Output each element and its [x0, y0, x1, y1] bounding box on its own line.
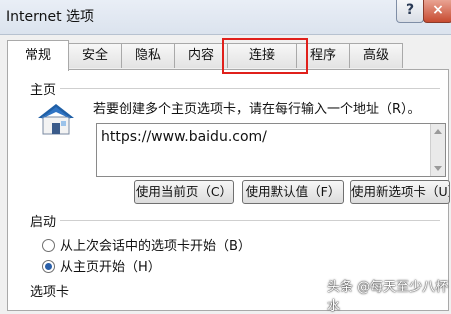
general-panel: 主页 若要创建多个主页选项卡，请在每行输入一个地址（R）。 https://ww…	[7, 69, 450, 311]
watermark: 头条 @每天至少八杯水	[327, 280, 449, 314]
radio-last-session-label: 从上次会话中的选项卡开始（B）	[60, 239, 251, 254]
title-bar: Internet 选项 ? ×	[0, 0, 451, 35]
homepage-url-value: https://www.baidu.com/	[101, 129, 267, 145]
tab-privacy[interactable]: 隐私	[121, 43, 175, 68]
radio-last-session[interactable]	[42, 239, 55, 252]
tab-security[interactable]: 安全	[68, 43, 122, 68]
use-new-tab-button[interactable]: 使用新选项卡（U）	[350, 180, 450, 204]
tab-advanced[interactable]: 高级	[349, 43, 403, 68]
scroll-up-arrow-icon[interactable]	[434, 129, 442, 134]
startup-option-homepage[interactable]: 从主页开始（H）	[42, 256, 161, 275]
url-field-scrollbar[interactable]	[430, 124, 445, 176]
homepage-url-field[interactable]: https://www.baidu.com/	[96, 123, 446, 177]
homepage-description: 若要创建多个主页选项卡，请在每行输入一个地址（R）。	[93, 102, 421, 117]
radio-homepage[interactable]	[42, 260, 55, 273]
startup-divider	[60, 220, 440, 221]
tab-content[interactable]: 内容	[174, 43, 228, 68]
help-button[interactable]: ?	[396, 0, 424, 23]
tab-highlight-box	[222, 38, 308, 74]
use-current-page-button[interactable]: 使用当前页（C）	[134, 180, 234, 204]
radio-homepage-label: 从主页开始（H）	[60, 260, 161, 275]
scroll-down-arrow-icon[interactable]	[434, 166, 442, 171]
homepage-section-label: 主页	[30, 83, 57, 98]
close-button[interactable]: ×	[423, 0, 451, 23]
tabs-section-label: 选项卡	[30, 285, 70, 300]
tab-general[interactable]: 常规	[7, 40, 69, 71]
startup-option-last-session[interactable]: 从上次会话中的选项卡开始（B）	[42, 235, 251, 254]
use-default-button[interactable]: 使用默认值（F）	[242, 180, 344, 204]
startup-section-label: 启动	[30, 215, 57, 230]
window-title: Internet 选项	[6, 9, 95, 25]
house-icon	[38, 104, 74, 135]
homepage-divider	[60, 88, 440, 89]
